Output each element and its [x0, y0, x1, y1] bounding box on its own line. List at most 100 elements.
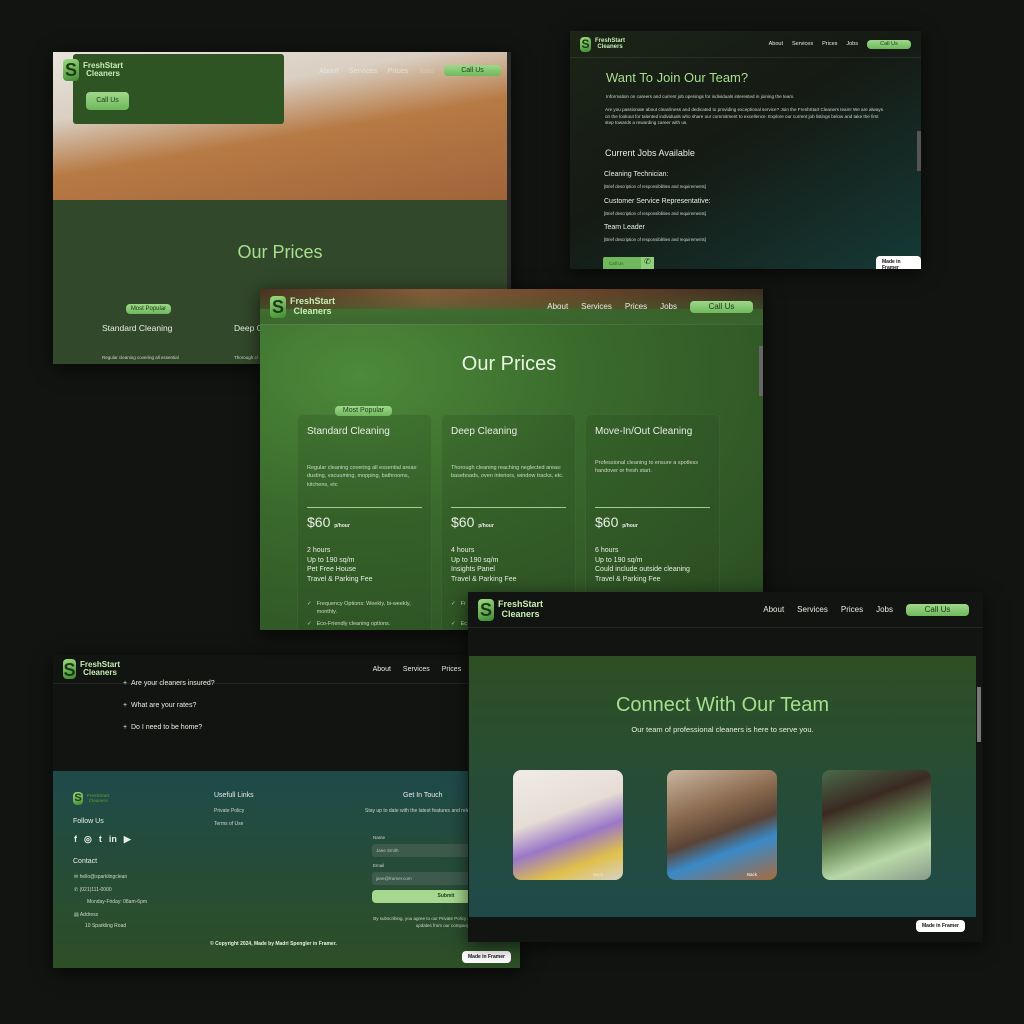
call-us-button[interactable]: Call Us — [690, 300, 753, 313]
nav-prices[interactable]: Prices — [442, 666, 461, 673]
nav-services[interactable]: Services — [797, 605, 828, 614]
call-us-button[interactable]: Call Us — [906, 603, 969, 616]
divider — [451, 507, 566, 508]
call-us-button[interactable]: Call Us — [444, 64, 501, 76]
nav-prices[interactable]: Prices — [387, 66, 408, 75]
check-icon: ✓ — [451, 601, 456, 607]
plan-price: $60 p/hour — [595, 514, 638, 530]
plan-feature: Travel & Parking Fee — [451, 576, 517, 584]
logo-icon: S — [580, 36, 591, 52]
team-photo-3 — [822, 770, 931, 880]
jobs-screenshot: S FreshStart Cleaners About Services Prices J… — [570, 31, 921, 269]
nav-about[interactable]: About — [769, 41, 783, 47]
hero-call-button[interactable]: Call Us — [86, 92, 129, 110]
logo[interactable]: S FreshStart Cleaners — [270, 295, 335, 318]
nav-about[interactable]: About — [763, 605, 784, 614]
plan-feature: 2 hours — [307, 547, 331, 554]
footer-logo[interactable]: S FreshStart Cleaners — [73, 792, 110, 805]
plan-title: Move-In/Out Cleaning — [595, 426, 693, 437]
youtube-icon[interactable]: ▶ — [124, 834, 131, 845]
plan-desc: Regular cleaning covering all essential … — [307, 465, 418, 488]
instagram-icon[interactable]: ◎ — [84, 834, 92, 845]
navbar: SFreshStartCleaners About Services Prices J… — [468, 592, 983, 628]
navbar: SFreshStartCleaners About Services Prices J… — [53, 52, 511, 88]
made-in-framer-badge[interactable]: Made in Framer — [462, 951, 511, 963]
plan-desc: Thorough cl — [234, 355, 258, 360]
get-in-touch-heading: Get In Touch — [403, 792, 443, 799]
nav-about[interactable]: About — [319, 66, 339, 75]
nav-about[interactable]: About — [547, 302, 568, 311]
job-title: Team Leader — [604, 224, 645, 231]
plus-icon: + — [123, 702, 131, 709]
section-title: Our Prices — [237, 242, 323, 262]
plus-icon: + — [123, 724, 131, 731]
linkedin-icon[interactable]: in — [109, 834, 117, 845]
faq-item[interactable]: + Do I need to be home? — [123, 724, 202, 731]
nav-prices[interactable]: Prices — [841, 605, 863, 614]
social-icons: f ◎ t in ▶ — [74, 834, 131, 845]
job-desc: [Brief description of responsibilities a… — [604, 211, 706, 216]
plan-feature: Up to 190 sq/m — [307, 556, 355, 564]
navbar: SFreshStartCleaners About Services Prices J… — [570, 31, 921, 58]
contact-heading: Contact — [73, 858, 98, 865]
plan-feature: Travel & Parking Fee — [307, 576, 373, 584]
logo[interactable]: S FreshStart Cleaners — [63, 59, 123, 81]
twitter-icon[interactable]: t — [99, 834, 102, 845]
jobs-call-button[interactable]: Call Us ✆ — [603, 257, 654, 269]
plan-feature: Insights Panel — [451, 566, 495, 574]
plan-title: Standard Cleaning — [307, 426, 390, 437]
nav-services[interactable]: Services — [581, 302, 612, 311]
contact-hours: Monday-Friday: 08am-6pm — [87, 899, 148, 905]
logo[interactable]: S FreshStart Cleaners — [580, 36, 625, 52]
plus-icon: + — [123, 680, 131, 687]
footer-link-terms[interactable]: Terms of Use — [214, 821, 243, 827]
faq-item[interactable]: + What are your rates? — [123, 702, 196, 709]
plan-price: $60 p/hour — [307, 514, 350, 530]
prices-screenshot: S FreshStart Cleaners About Services Prices J… — [260, 289, 763, 630]
section-title: Connect With Our Team — [615, 694, 830, 716]
job-desc: [Brief description of responsibilities a… — [604, 237, 706, 242]
plan-feature: Up to 190 sq/m — [451, 556, 499, 564]
made-in-framer-badge[interactable]: Made in Framer — [876, 256, 921, 269]
scrollbar[interactable] — [917, 131, 921, 171]
plan-feature: Travel & Parking Fee — [595, 576, 661, 584]
nav-services[interactable]: Services — [403, 666, 430, 673]
plan-check-item: ✓ Eco-Friendly cleaning options. — [307, 621, 391, 627]
contact-email[interactable]: hello@sparklingclean — [80, 874, 128, 880]
phone-icon: ✆ — [641, 257, 654, 269]
logo-icon: S — [270, 295, 286, 318]
nav-about[interactable]: About — [373, 666, 391, 673]
call-us-button[interactable]: Call Us — [867, 39, 911, 49]
plan-price: $60 p/hour — [451, 514, 494, 530]
nav-prices[interactable]: Prices — [625, 302, 647, 311]
nav-services[interactable]: Services — [349, 66, 378, 75]
footer: S FreshStart Cleaners Follow Us f ◎ t in ▶ Con… — [53, 771, 520, 968]
plan-feature: Up to 190 sq/m — [595, 556, 643, 564]
job-title: Customer Service Representative: — [604, 198, 711, 205]
faq-item[interactable]: + Are your cleaners insured? — [123, 680, 215, 687]
check-icon: ✓ — [451, 621, 456, 627]
nav-services[interactable]: Services — [792, 41, 813, 47]
section-title: Our Prices — [461, 353, 557, 375]
nav-jobs[interactable]: Jobs — [418, 66, 434, 75]
nav-jobs[interactable]: Jobs — [876, 605, 893, 614]
plan-desc: Professional cleaning to ensure a spotle… — [595, 460, 699, 475]
facebook-icon[interactable]: f — [74, 834, 77, 845]
plan-feature: Pet Free House — [307, 566, 357, 574]
nav-jobs[interactable]: Jobs — [846, 41, 858, 47]
scrollbar[interactable] — [759, 346, 763, 396]
plan-title: Deep Cleaning — [451, 426, 518, 437]
nav-jobs[interactable]: Jobs — [660, 302, 677, 311]
plan-feature: Could include outside cleaning — [595, 566, 690, 574]
navbar: SFreshStartCleaners About Services Prices J… — [260, 289, 763, 325]
logo[interactable]: S FreshStart Cleaners — [478, 598, 543, 621]
made-in-framer-badge[interactable]: Made in Framer — [916, 920, 965, 932]
scrollbar[interactable] — [977, 687, 981, 742]
divider — [595, 507, 710, 508]
check-icon: ✓ — [307, 621, 312, 627]
footer-link-privacy[interactable]: Private Policy — [214, 808, 244, 814]
logo-icon: S — [63, 59, 79, 81]
logo-icon: S — [63, 659, 76, 680]
nav-prices[interactable]: Prices — [822, 41, 837, 47]
logo[interactable]: S FreshStart Cleaners — [63, 659, 120, 680]
